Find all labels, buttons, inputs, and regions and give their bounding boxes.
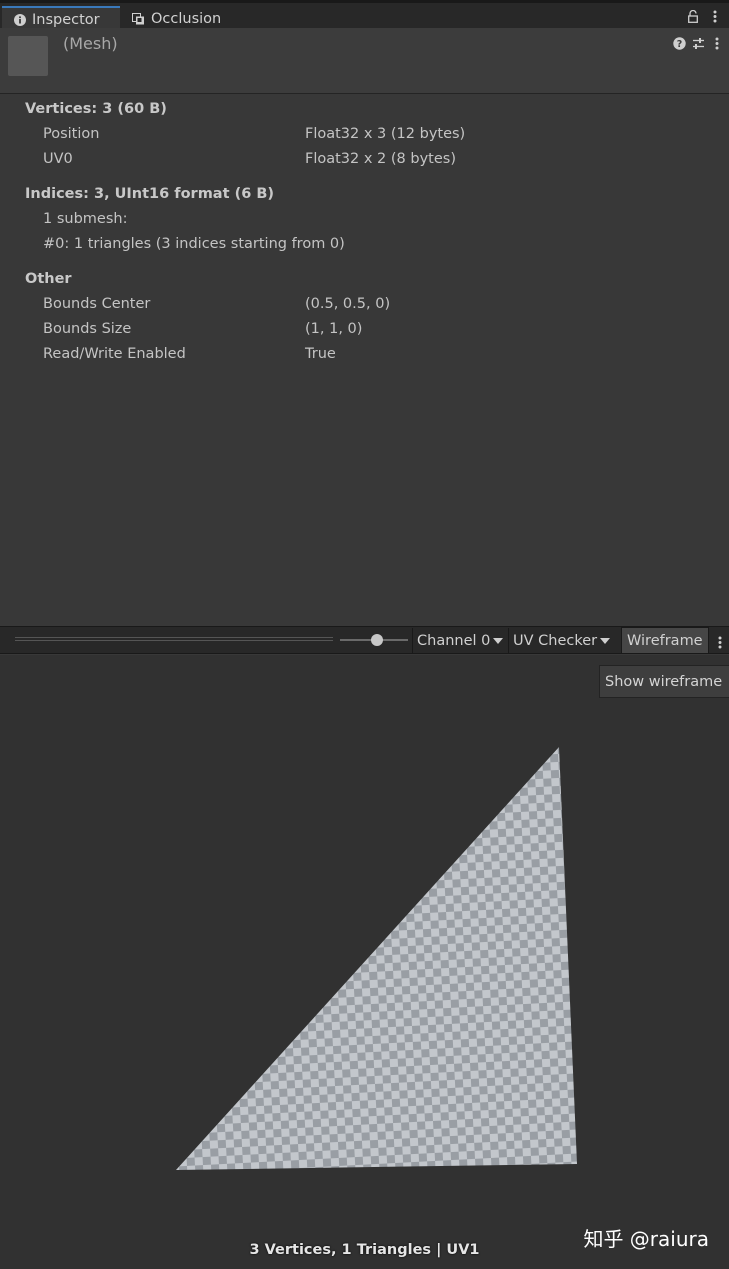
view-mode-dropdown-label: UV Checker	[513, 632, 598, 649]
mesh-thumbnail	[8, 36, 48, 76]
uv-triangle	[176, 747, 577, 1170]
info-icon	[14, 13, 26, 26]
preview-resize-handle[interactable]	[15, 637, 333, 641]
tab-occlusion-label: Occlusion	[151, 10, 222, 27]
watermark: 知乎 @raiura	[583, 1227, 709, 1251]
other-section-title: Other	[25, 271, 72, 287]
bounds-size-value: (1, 1, 0)	[305, 321, 363, 337]
chevron-down-icon	[600, 637, 611, 644]
preview-more-icon[interactable]	[718, 634, 722, 653]
uv-triangle-preview	[176, 747, 577, 1170]
mesh-title: (Mesh)	[63, 34, 118, 53]
bounds-center-value: (0.5, 0.5, 0)	[305, 296, 391, 312]
svg-text:?: ?	[676, 39, 682, 50]
vertices-section-title: Vertices: 3 (60 B)	[25, 101, 167, 117]
wireframe-toggle-label: Wireframe	[627, 632, 703, 649]
mesh-preview[interactable]: Show wireframe 3 Vertices, 1 Triangles |…	[0, 655, 729, 1269]
bounds-size-label: Bounds Size	[43, 321, 132, 337]
inspector-header: (Mesh) ?	[0, 28, 729, 94]
bounds-center-label: Bounds Center	[43, 296, 151, 312]
submesh-count: 1 submesh:	[43, 211, 128, 227]
preset-settings-icon[interactable]	[691, 36, 705, 50]
channel-dropdown[interactable]: Channel 0	[412, 628, 504, 653]
tab-inspector-label: Inspector	[32, 11, 100, 28]
read-write-value: True	[305, 346, 336, 362]
occlusion-icon	[132, 12, 145, 25]
help-icon[interactable]: ?	[672, 36, 686, 50]
header-more-icon[interactable]	[710, 36, 724, 50]
preview-toolbar: Channel 0 UV Checker Wireframe	[0, 626, 729, 654]
tab-bar: Inspector Occlusion	[0, 0, 729, 31]
more-options-icon[interactable]	[709, 9, 721, 23]
uv0-value: Float32 x 2 (8 bytes)	[305, 151, 456, 167]
wireframe-toggle[interactable]: Wireframe	[621, 627, 709, 654]
mesh-info-panel: Vertices: 3 (60 B) Position Float32 x 3 …	[0, 95, 729, 625]
position-label: Position	[43, 126, 100, 142]
chevron-down-icon	[493, 637, 504, 644]
uv0-label: UV0	[43, 151, 73, 167]
lock-icon[interactable]	[687, 9, 699, 23]
show-wireframe-tooltip: Show wireframe	[599, 665, 729, 698]
indices-section-title: Indices: 3, UInt16 format (6 B)	[25, 186, 275, 202]
zoom-slider-thumb[interactable]	[371, 634, 384, 646]
submesh-detail: #0: 1 triangles (3 indices starting from…	[43, 236, 345, 252]
view-mode-dropdown[interactable]: UV Checker	[508, 628, 611, 653]
position-value: Float32 x 3 (12 bytes)	[305, 126, 466, 142]
channel-dropdown-label: Channel 0	[417, 632, 491, 649]
read-write-label: Read/Write Enabled	[43, 346, 186, 362]
